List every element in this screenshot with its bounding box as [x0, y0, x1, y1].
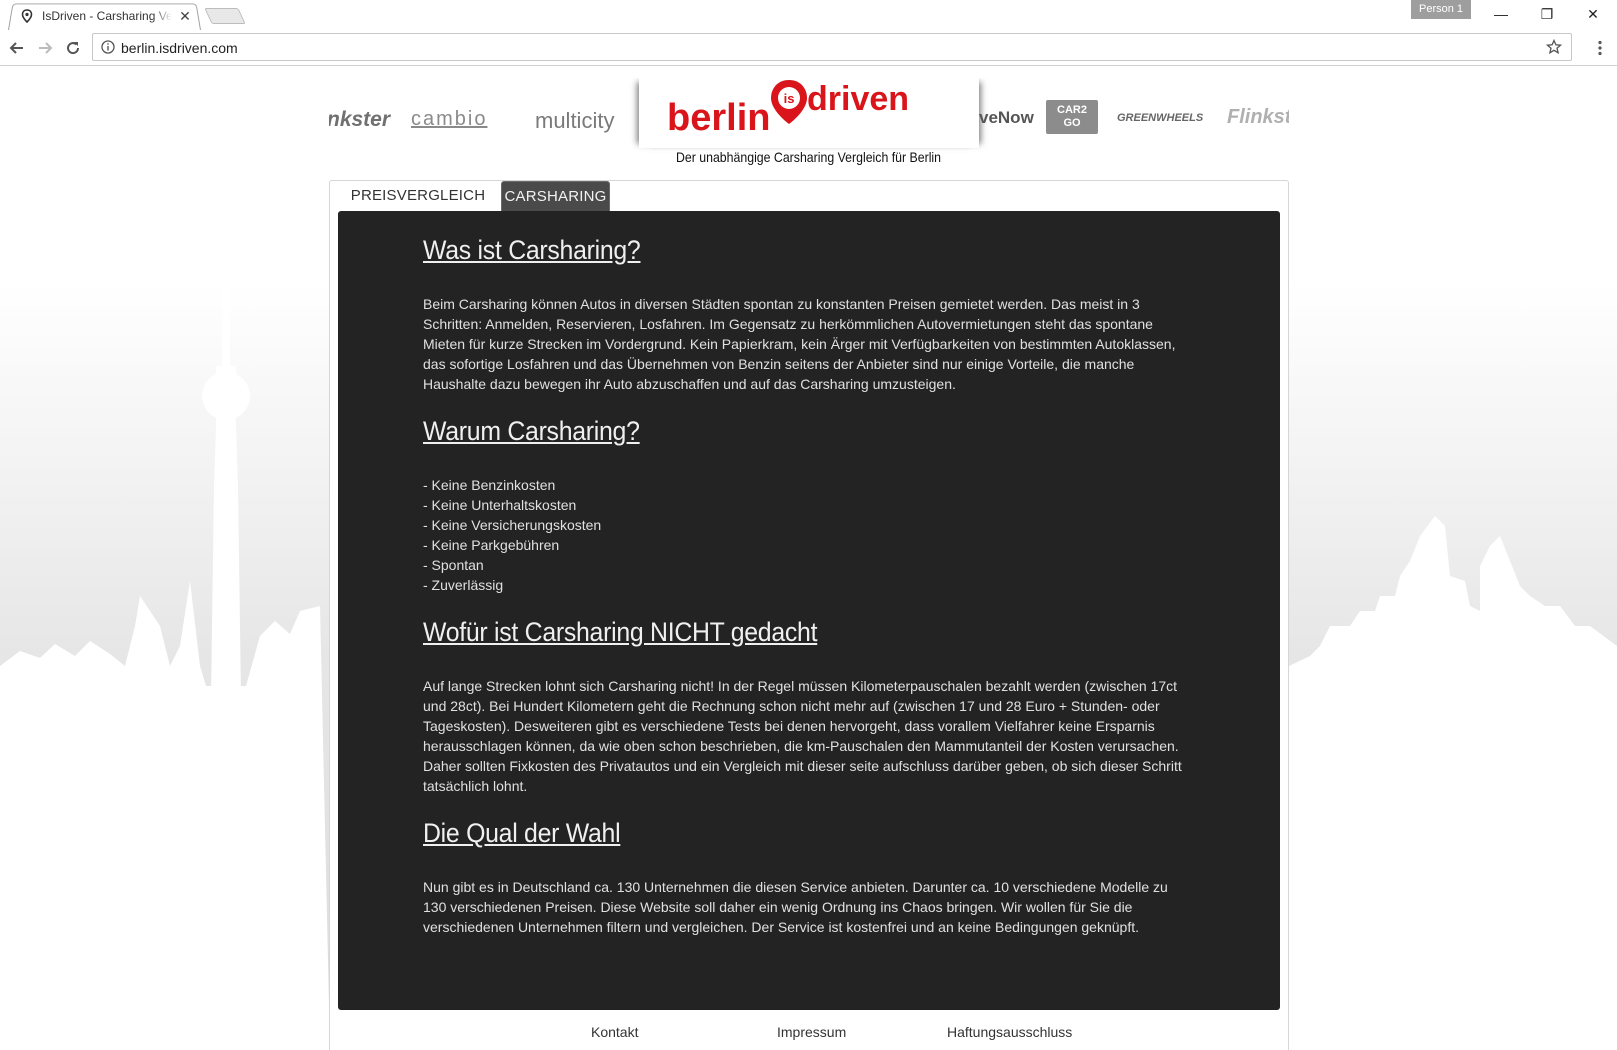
greenwheels-logo[interactable]: GREENWHEELS — [1117, 112, 1203, 124]
list-item: - Keine Unterhaltskosten — [423, 497, 577, 513]
flinkster-logo[interactable]: nkster — [329, 108, 390, 132]
tab-carsharing[interactable]: CARSHARING — [501, 181, 610, 211]
list-item: - Zuverlässig — [423, 577, 504, 593]
flinkster-logo-right[interactable]: Flinkster — [1227, 106, 1289, 129]
section-title-wofuer-nicht: Wofür ist Carsharing NICHT gedacht — [423, 617, 818, 647]
arrow-right-icon — [39, 42, 53, 54]
section-title-warum: Warum Carsharing? — [423, 416, 640, 446]
site-tagline: Der unabhängige Carsharing Vergleich für… — [675, 149, 942, 165]
close-tab-icon[interactable]: ✕ — [178, 9, 192, 23]
carsharing-content: Was ist Carsharing? Beim Carsharing könn… — [338, 211, 1280, 1010]
minimize-button[interactable]: — — [1478, 0, 1524, 28]
profile-button[interactable]: Person 1 — [1411, 0, 1471, 19]
site-logo[interactable]: berlin is driven — [639, 78, 979, 148]
new-tab-button[interactable] — [204, 8, 246, 24]
url-text[interactable]: berlin.isdriven.com — [121, 40, 238, 56]
reload-button[interactable] — [61, 36, 85, 60]
car2go-logo-text: CAR2GO — [1057, 104, 1087, 129]
page-footer: Kontakt Impressum Haftungsausschluss — [0, 1024, 1617, 1046]
multicity-logo[interactable]: multicity — [535, 108, 614, 134]
restore-button[interactable]: ❐ — [1524, 0, 1570, 28]
close-window-button[interactable]: ✕ — [1570, 0, 1616, 28]
list-item: - Keine Versicherungskosten — [423, 517, 602, 533]
main-panel: PREISVERGLEICH CARSHARING Was ist Carsha… — [329, 180, 1289, 1050]
logo-berlin-text: berlin — [667, 97, 770, 139]
drivenow-logo[interactable]: veNow — [979, 108, 1034, 128]
back-button[interactable] — [5, 36, 29, 60]
section-title-was-ist: Was ist Carsharing? — [423, 235, 641, 265]
section-text-qual-der-wahl: Nun gibt es in Deutschland ca. 130 Unter… — [423, 879, 1168, 935]
kebab-menu-icon — [1598, 40, 1602, 56]
browser-menu-button[interactable] — [1590, 36, 1610, 60]
list-item: - Spontan — [423, 557, 484, 573]
star-icon[interactable] — [1545, 38, 1563, 56]
browser-tab-content[interactable]: IsDriven - Carsharing Vergleich ✕ — [20, 6, 200, 26]
section-text-wofuer-nicht: Auf lange Strecken lohnt sich Carsharing… — [423, 678, 1182, 794]
benefits-list: - Keine Benzinkosten - Keine Unterhaltsk… — [423, 475, 1195, 595]
browser-toolbar: berlin.isdriven.com — [0, 30, 1617, 66]
list-item: - Keine Parkgebühren — [423, 537, 560, 553]
logo-driven-text: driven — [807, 80, 909, 118]
footer-link-haftungsausschluss[interactable]: Haftungsausschluss — [947, 1024, 1072, 1040]
list-item: - Keine Benzinkosten — [423, 477, 556, 493]
browser-tabstrip: IsDriven - Carsharing Vergleich ✕ Person… — [0, 0, 1617, 30]
section-title-qual-der-wahl: Die Qual der Wahl — [423, 818, 621, 848]
info-icon[interactable] — [101, 40, 115, 54]
page-viewport: nkster cambio multicity berlin is driven… — [0, 66, 1617, 1050]
address-bar[interactable]: berlin.isdriven.com — [92, 33, 1572, 61]
car2go-logo[interactable]: CAR2GO — [1046, 100, 1098, 134]
forward-button[interactable] — [33, 36, 57, 60]
reload-icon — [67, 42, 80, 55]
tab-preisvergleich[interactable]: PREISVERGLEICH — [348, 181, 488, 211]
tab-title: IsDriven - Carsharing Vergleich — [42, 9, 172, 23]
footer-link-kontakt[interactable]: Kontakt — [591, 1024, 638, 1040]
cambio-logo[interactable]: cambio — [411, 108, 487, 131]
arrow-left-icon — [9, 42, 23, 54]
footer-link-impressum[interactable]: Impressum — [777, 1024, 846, 1040]
section-text-was-ist: Beim Carsharing können Autos in diversen… — [423, 296, 1176, 392]
logo-is-text: is — [784, 91, 795, 106]
pin-icon — [20, 9, 34, 23]
